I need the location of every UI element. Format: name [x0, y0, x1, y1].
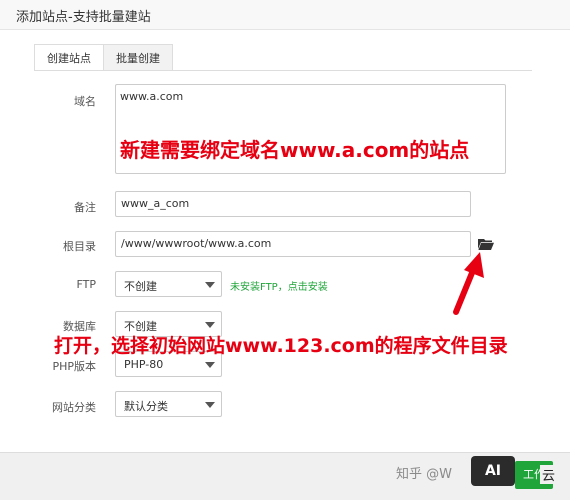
chevron-down-icon — [205, 362, 215, 368]
category-select[interactable]: 默认分类 — [115, 391, 222, 417]
ai-badge: AI — [471, 456, 515, 486]
ftp-select[interactable]: 不创建 — [115, 271, 222, 297]
root-dir-label: 根目录 — [63, 240, 96, 253]
tab-divider — [34, 70, 532, 71]
ftp-label: FTP — [76, 278, 97, 291]
root-dir-input[interactable]: /www/wwwroot/www.a.com — [115, 231, 471, 257]
remark-label: 备注 — [74, 201, 96, 214]
category-label: 网站分类 — [52, 401, 96, 414]
php-version-label: PHP版本 — [52, 360, 96, 373]
remark-input[interactable]: www_a_com — [115, 191, 471, 217]
annotation-bottom: 打开，选择初始网站www.123.com的程序文件目录 — [54, 335, 508, 357]
watermark-corner-text: 云 — [540, 465, 558, 484]
dialog-title: 添加站点-支持批量建站 — [16, 10, 151, 25]
php-version-select-value: PHP-80 — [124, 358, 164, 371]
chevron-down-icon — [205, 322, 215, 328]
watermark-text: 知乎 @W — [396, 467, 452, 482]
install-ftp-link[interactable]: 未安装FTP，点击安装 — [230, 278, 328, 293]
annotation-top: 新建需要绑定域名www.a.com的站点 — [120, 138, 470, 162]
chevron-down-icon — [205, 402, 215, 408]
tab-batch-create[interactable]: 批量创建 — [103, 44, 173, 71]
tab-create-site[interactable]: 创建站点 — [34, 44, 104, 71]
chevron-down-icon — [205, 282, 215, 288]
domain-label: 域名 — [74, 95, 96, 108]
folder-open-icon[interactable] — [478, 238, 494, 250]
category-select-value: 默认分类 — [124, 400, 168, 413]
tab-bar: 创建站点 批量创建 — [34, 44, 173, 71]
dialog-titlebar: 添加站点-支持批量建站 — [0, 0, 570, 30]
annotation-arrow-icon — [453, 252, 484, 315]
ftp-select-value: 不创建 — [124, 280, 157, 293]
